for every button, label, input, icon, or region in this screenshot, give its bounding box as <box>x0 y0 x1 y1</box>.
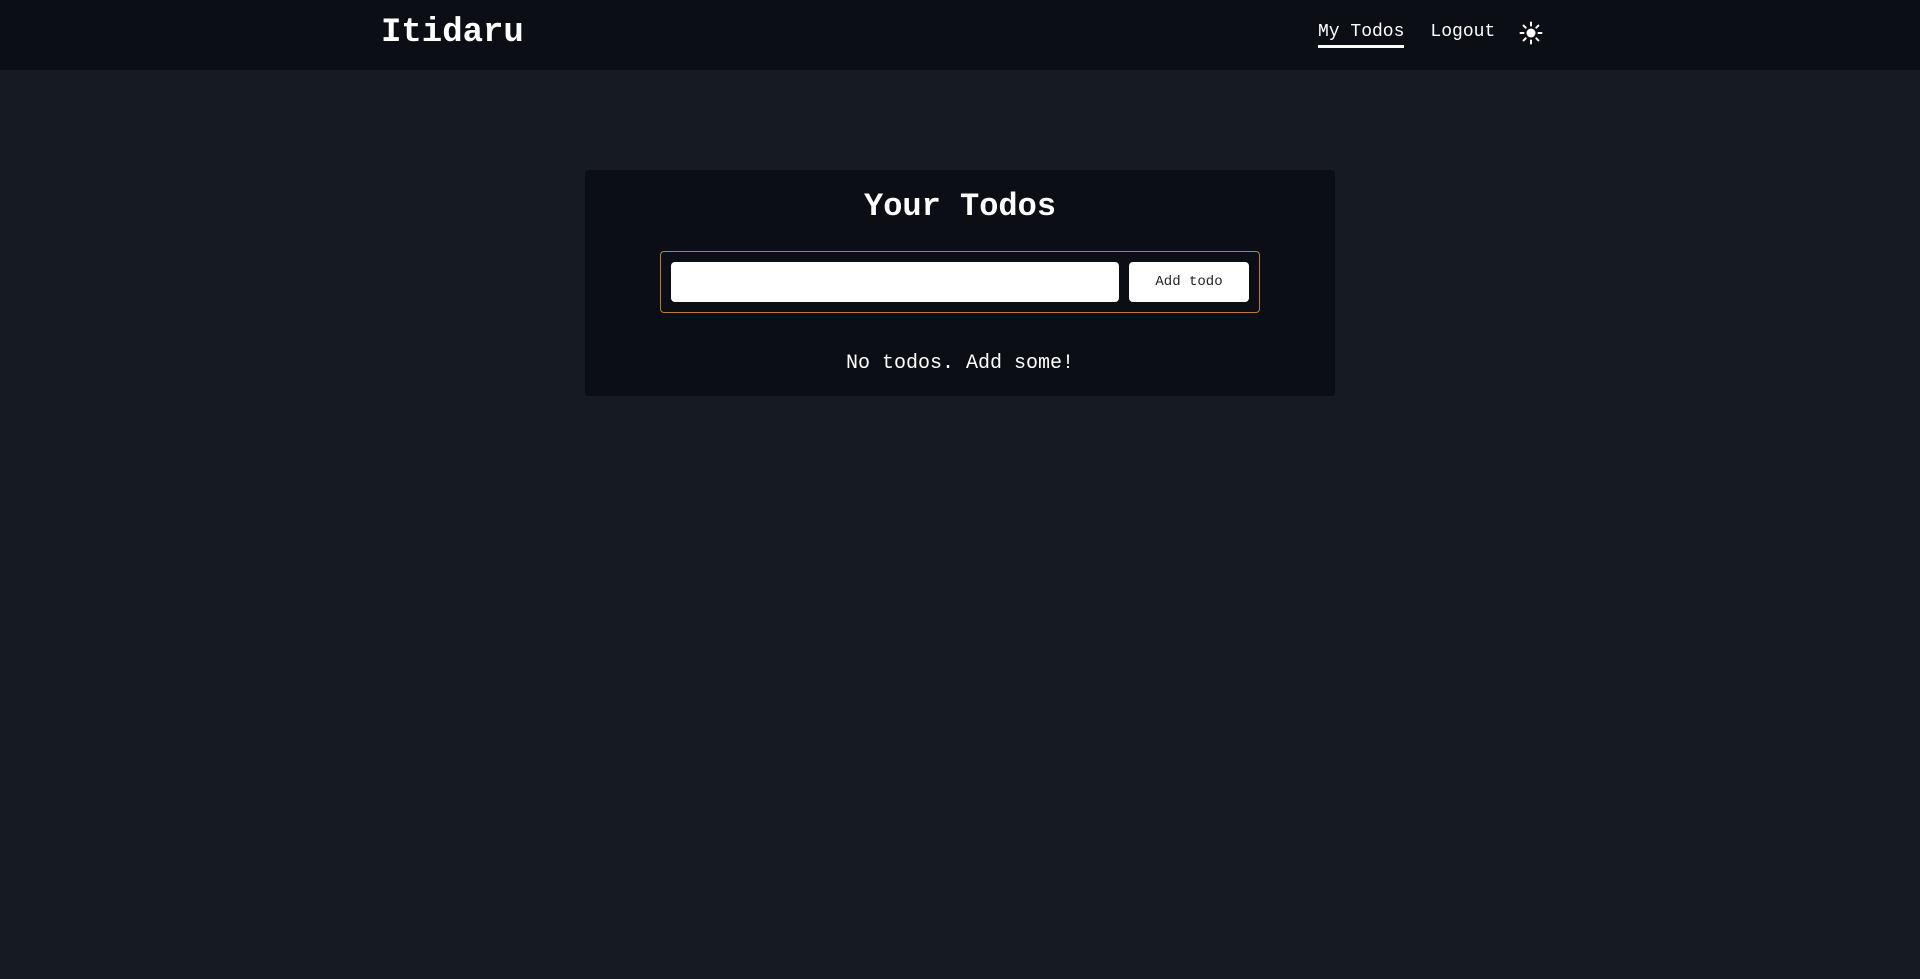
todo-input[interactable] <box>671 262 1119 302</box>
empty-state-message: No todos. Add some! <box>845 352 1075 375</box>
todos-card: Your Todos Add todo No todos. Add some! <box>585 170 1335 396</box>
nav-links: My Todos Logout <box>1318 21 1543 62</box>
add-todo-button[interactable]: Add todo <box>1129 262 1249 302</box>
sun-icon <box>1519 21 1543 45</box>
nav-link-logout[interactable]: Logout <box>1430 22 1495 45</box>
page-title: Your Todos <box>863 188 1057 225</box>
brand-logo[interactable]: Itidaru <box>381 14 524 52</box>
navbar: Itidaru My Todos Logout <box>0 0 1920 70</box>
nav-link-my-todos[interactable]: My Todos <box>1318 22 1405 48</box>
theme-toggle-button[interactable] <box>1519 21 1543 45</box>
add-todo-form: Add todo <box>660 251 1260 313</box>
